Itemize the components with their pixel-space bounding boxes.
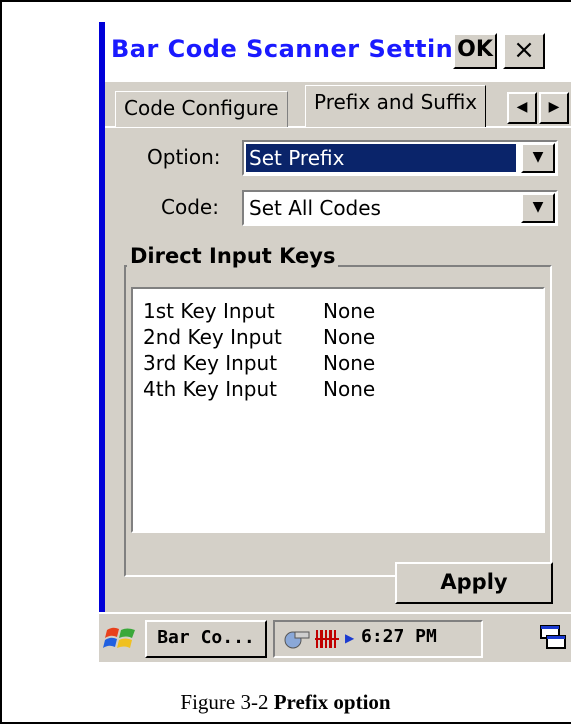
task-button-barcode[interactable]: Bar Co... [145,620,267,658]
list-item-value: None [323,351,376,375]
barcode-icon[interactable] [315,628,341,654]
option-select[interactable]: Set Prefix ▼ [242,140,558,176]
apply-button[interactable]: Apply [395,562,553,604]
code-select[interactable]: Set All Codes ▼ [242,190,558,226]
list-item-key: 1st Key Input [143,299,275,323]
list-item-key: 4th Key Input [143,377,278,401]
code-select-value: Set All Codes [249,196,381,220]
tab-scroll-right-button[interactable]: ▶ [539,92,569,124]
list-item-value: None [323,325,376,349]
caption-title: Prefix option [273,690,391,714]
close-button[interactable]: × [503,33,545,69]
arrow-left-icon: ◀ [516,99,528,115]
list-item-value: None [323,377,376,401]
windows-flag-icon[interactable] [103,622,139,654]
arrow-right-icon: ▶ [548,99,560,115]
code-label: Code: [161,195,219,219]
option-label: Option: [147,145,221,169]
window-title: Bar Code Scanner Settings [111,35,486,63]
chevron-down-icon: ▼ [532,149,544,165]
tab-code-configure[interactable]: Code Configure [115,91,288,127]
title-bar: Bar Code Scanner Settings OK × [105,22,571,82]
list-item-key: 2nd Key Input [143,325,282,349]
option-select-value: Set Prefix [246,144,516,172]
settings-panel: Code Configure Prefix and Suffix ◀ ▶ Opt… [105,82,571,612]
system-tray: ▶ 6:27 PM [273,620,483,658]
tab-scroll: ◀ ▶ [507,92,571,124]
list-item-key: 3rd Key Input [143,351,278,375]
direct-input-keys-list[interactable]: 1st Key Input None 2nd Key Input None 3r… [131,287,545,533]
tab-prefix-and-suffix[interactable]: Prefix and Suffix [305,85,487,127]
option-dropdown-button[interactable]: ▼ [521,143,555,173]
ok-button[interactable]: OK [453,33,497,69]
network-icon[interactable] [281,626,311,656]
group-title: Direct Input Keys [127,244,339,268]
figure-caption: Figure 3-2 Prefix option [0,690,571,715]
code-dropdown-button[interactable]: ▼ [521,193,555,223]
caption-prefix: Figure 3-2 [180,690,274,714]
clock[interactable]: 6:27 PM [361,626,437,647]
taskbar: Bar Co... ▶ 6:27 PM [99,612,571,662]
arrow-right-icon: ▶ [345,631,355,645]
chevron-down-icon: ▼ [532,199,544,215]
keyboard-icon[interactable] [535,622,569,654]
list-item-value: None [323,299,376,323]
tab-scroll-left-button[interactable]: ◀ [507,92,537,124]
